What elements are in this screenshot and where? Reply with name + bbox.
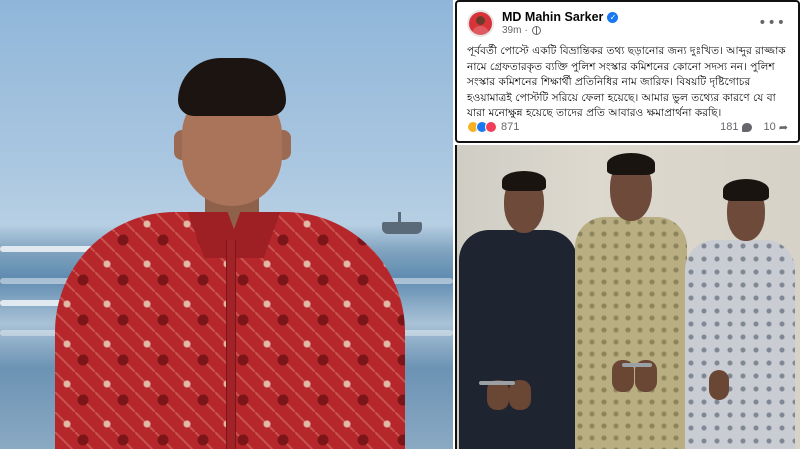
comment-icon xyxy=(741,122,752,132)
comment-count: 181 xyxy=(720,121,739,133)
handcuff xyxy=(479,381,515,385)
author-line: MD Mahin Sarker ✓ xyxy=(502,10,758,24)
post-text: পূর্ববর্তী পোস্টে একটি বিভ্রান্তিকর তথ্য… xyxy=(467,45,786,119)
author-name[interactable]: MD Mahin Sarker xyxy=(502,10,603,24)
handcuff xyxy=(622,363,652,367)
person-right-light-shirt xyxy=(685,240,795,449)
globe-icon xyxy=(531,26,541,35)
person-middle-hair xyxy=(607,153,655,175)
share-count: 10 xyxy=(763,121,776,133)
comment-count-group[interactable]: 181 xyxy=(720,121,752,133)
reaction-count[interactable]: 871 xyxy=(501,121,519,133)
facebook-post-card: MD Mahin Sarker ✓ 39m · ••• পূর্ববর্তী প… xyxy=(455,0,800,143)
person-portrait xyxy=(0,0,453,449)
post-footer: 871 181 10 ➦ xyxy=(467,119,788,135)
verified-badge-icon: ✓ xyxy=(607,11,619,23)
person-right-hand xyxy=(709,370,729,400)
author-block: MD Mahin Sarker ✓ 39m · xyxy=(502,10,758,36)
share-icon: ➦ xyxy=(778,121,788,134)
person-middle-olive-shirt xyxy=(575,217,687,449)
hair xyxy=(178,58,286,116)
more-options-icon[interactable]: ••• xyxy=(758,15,786,31)
person-right-hair xyxy=(723,179,769,201)
meta-separator: · xyxy=(524,25,528,36)
portrait-photo xyxy=(0,0,453,449)
person-left-dark-shirt xyxy=(459,230,577,449)
post-header: MD Mahin Sarker ✓ 39m · ••• xyxy=(467,9,788,37)
share-count-group[interactable]: 10 ➦ xyxy=(764,121,788,134)
person-left-hair xyxy=(502,171,546,191)
love-icon xyxy=(485,121,497,133)
post-meta: 39m · xyxy=(502,25,758,36)
group-photo xyxy=(455,145,800,449)
author-avatar[interactable] xyxy=(467,9,494,37)
shirt-placket xyxy=(226,240,236,449)
post-time[interactable]: 39m xyxy=(502,25,521,36)
